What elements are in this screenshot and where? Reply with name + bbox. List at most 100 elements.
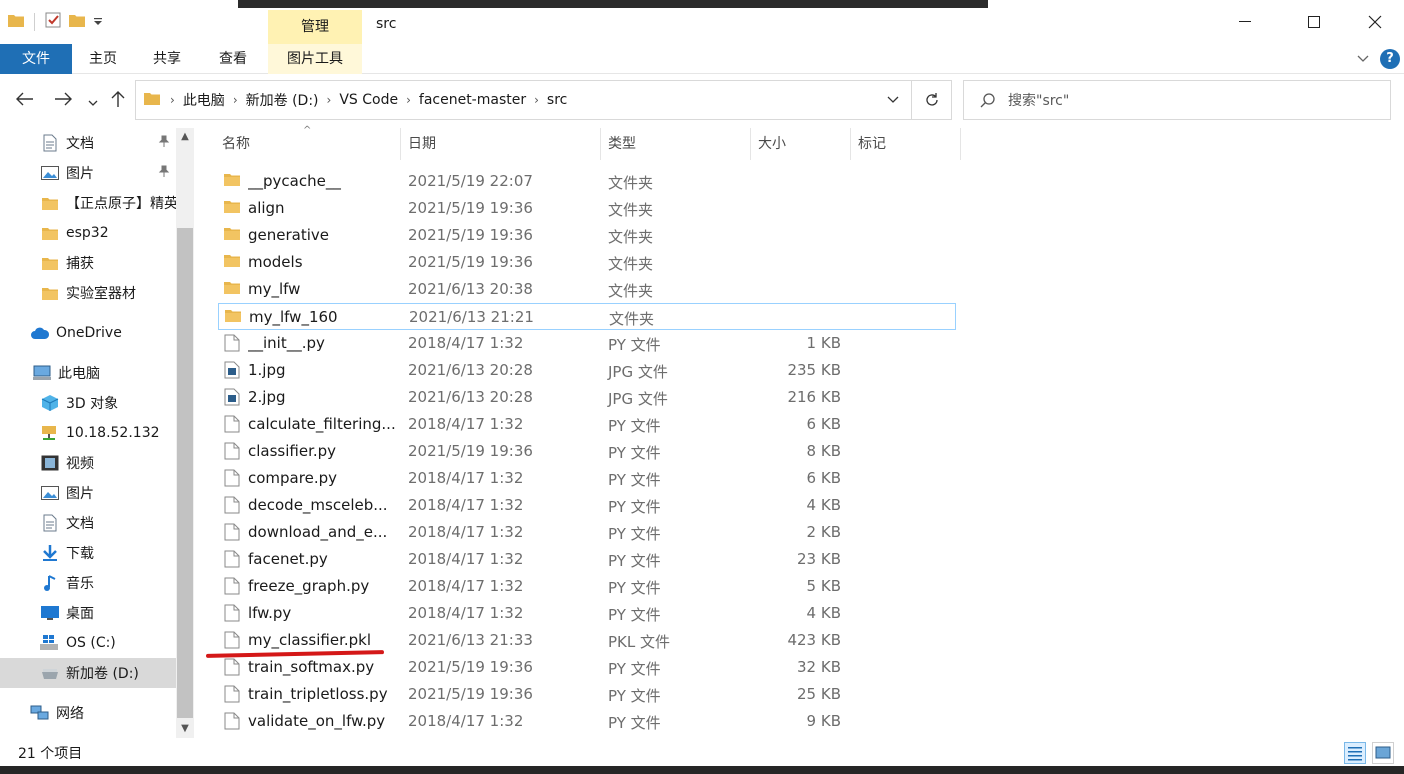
sidebar-item[interactable]: OS (C:): [0, 628, 176, 658]
sidebar-item[interactable]: 网络: [0, 698, 176, 728]
file-row[interactable]: freeze_graph.py 2018/4/17 1:32 PY 文件 5 KB: [218, 573, 956, 600]
breadcrumb-separator-icon[interactable]: ›: [170, 93, 175, 107]
sidebar-item[interactable]: 此电脑: [0, 358, 176, 388]
file-date: 2018/4/17 1:32: [408, 604, 524, 622]
minimize-button[interactable]: [1222, 0, 1268, 44]
sidebar-item-label: 音乐: [66, 576, 94, 592]
file-date: 2018/4/17 1:32: [408, 712, 524, 730]
file-row[interactable]: __pycache__ 2021/5/19 22:07 文件夹: [218, 168, 956, 195]
search-box[interactable]: 搜索"src": [963, 80, 1391, 120]
column-header-size[interactable]: 大小: [750, 128, 850, 160]
breadcrumb-drive-d[interactable]: 新加卷 (D:): [246, 90, 319, 110]
tab-picture-tools[interactable]: 图片工具: [268, 44, 362, 74]
file-row[interactable]: __init__.py 2018/4/17 1:32 PY 文件 1 KB: [218, 330, 956, 357]
file-row[interactable]: lfw.py 2018/4/17 1:32 PY 文件 4 KB: [218, 600, 956, 627]
breadcrumb-vs-code[interactable]: VS Code: [339, 92, 398, 108]
file-date: 2018/4/17 1:32: [408, 523, 524, 541]
scrollbar-thumb[interactable]: [177, 228, 193, 718]
scroll-down-icon[interactable]: ▼: [176, 720, 194, 738]
maximize-button[interactable]: [1291, 0, 1337, 44]
recent-locations-icon[interactable]: [88, 96, 98, 112]
sidebar-item[interactable]: 视频: [0, 448, 176, 478]
help-icon[interactable]: ?: [1380, 49, 1400, 69]
expand-ribbon-icon[interactable]: [1356, 51, 1370, 69]
breadcrumb-this-pc[interactable]: 此电脑: [183, 90, 225, 110]
customize-toolbar-icon[interactable]: [93, 14, 103, 30]
file-row[interactable]: compare.py 2018/4/17 1:32 PY 文件 6 KB: [218, 465, 956, 492]
tab-share[interactable]: 共享: [144, 44, 190, 74]
file-row[interactable]: calculate_filtering... 2018/4/17 1:32 PY 文…: [218, 411, 956, 438]
details-view-button[interactable]: [1344, 742, 1366, 764]
breadcrumb-facenet-master[interactable]: facenet-master: [419, 92, 526, 108]
navigation-pane-scrollbar[interactable]: ▲ ▼: [176, 128, 194, 738]
sidebar-item[interactable]: 文档: [0, 128, 176, 158]
close-button[interactable]: [1352, 0, 1398, 44]
new-folder-icon[interactable]: [69, 13, 85, 31]
sidebar-item[interactable]: 新加卷 (D:): [0, 658, 176, 688]
tab-home[interactable]: 主页: [80, 44, 126, 74]
sidebar-item[interactable]: OneDrive: [0, 318, 176, 348]
file-row[interactable]: generative 2021/5/19 19:36 文件夹: [218, 222, 956, 249]
properties-icon[interactable]: [45, 12, 61, 32]
context-tab-manage-label: 管理: [301, 19, 329, 35]
address-bar[interactable]: › 此电脑 › 新加卷 (D:) › VS Code › facenet-mas…: [135, 80, 912, 120]
column-header-tags[interactable]: 标记: [850, 128, 960, 160]
file-row[interactable]: train_tripletloss.py 2021/5/19 19:36 PY 文件…: [218, 681, 956, 708]
sidebar-item[interactable]: 图片: [0, 158, 176, 188]
file-row[interactable]: models 2021/5/19 19:36 文件夹: [218, 249, 956, 276]
sidebar-item[interactable]: 文档: [0, 508, 176, 538]
file-row[interactable]: facenet.py 2018/4/17 1:32 PY 文件 23 KB: [218, 546, 956, 573]
forward-icon[interactable]: [54, 92, 72, 110]
context-tab-manage[interactable]: 管理: [268, 10, 362, 44]
sidebar-item[interactable]: 捕获: [0, 248, 176, 278]
breadcrumb-separator-icon[interactable]: ›: [534, 93, 539, 107]
column-header-date[interactable]: 日期: [400, 128, 600, 160]
file-row[interactable]: classifier.py 2021/5/19 19:36 PY 文件 8 KB: [218, 438, 956, 465]
video-icon: [40, 454, 60, 472]
breadcrumb-separator-icon[interactable]: ›: [327, 93, 332, 107]
file-row[interactable]: validate_on_lfw.py 2018/4/17 1:32 PY 文件 9 K…: [218, 708, 956, 735]
file-icon: [224, 577, 242, 595]
tab-file[interactable]: 文件: [0, 44, 72, 74]
sidebar-item[interactable]: 音乐: [0, 568, 176, 598]
scroll-up-icon[interactable]: ▲: [176, 128, 194, 146]
sidebar-item[interactable]: esp32: [0, 218, 176, 248]
sidebar-item-label: 此电脑: [58, 366, 100, 382]
file-type: PY 文件: [608, 444, 661, 462]
file-row[interactable]: 2.jpg 2021/6/13 20:28 JPG 文件 216 KB: [218, 384, 956, 411]
breadcrumb-src[interactable]: src: [547, 92, 567, 108]
sidebar-item[interactable]: 3D 对象: [0, 388, 176, 418]
up-icon[interactable]: [110, 90, 126, 112]
column-header-type[interactable]: 类型: [600, 128, 750, 160]
pin-icon[interactable]: [158, 165, 170, 180]
file-row[interactable]: 1.jpg 2021/6/13 20:28 JPG 文件 235 KB: [218, 357, 956, 384]
file-row[interactable]: my_lfw 2021/6/13 20:38 文件夹: [218, 276, 956, 303]
sidebar-item[interactable]: 【正点原子】精英: [0, 188, 176, 218]
column-header-name[interactable]: 名称: [214, 128, 400, 160]
file-name: align: [248, 199, 285, 217]
sidebar-item[interactable]: 实验室器材: [0, 278, 176, 308]
file-row[interactable]: align 2021/5/19 19:36 文件夹: [218, 195, 956, 222]
file-row[interactable]: train_softmax.py 2021/5/19 19:36 PY 文件 32 K…: [218, 654, 956, 681]
sidebar-item[interactable]: 桌面: [0, 598, 176, 628]
tab-view[interactable]: 查看: [210, 44, 256, 74]
folder-icon[interactable]: [8, 13, 24, 31]
address-history-icon[interactable]: [887, 93, 899, 109]
file-name: models: [248, 253, 303, 271]
file-size: 8 KB: [806, 442, 841, 460]
file-row[interactable]: download_and_e... 2018/4/17 1:32 PY 文件 2 KB: [218, 519, 956, 546]
breadcrumb-separator-icon[interactable]: ›: [233, 93, 238, 107]
sidebar-item[interactable]: 下载: [0, 538, 176, 568]
refresh-button[interactable]: [912, 80, 952, 120]
column-separator[interactable]: [960, 128, 961, 160]
file-row[interactable]: my_lfw_160 2021/6/13 21:21 文件夹: [218, 303, 956, 330]
file-row[interactable]: decode_msceleb... 2018/4/17 1:32 PY 文件 4 KB: [218, 492, 956, 519]
pin-icon[interactable]: [158, 135, 170, 150]
large-icons-view-button[interactable]: [1372, 742, 1394, 764]
sidebar-item[interactable]: 10.18.52.132: [0, 418, 176, 448]
sidebar-item[interactable]: 图片: [0, 478, 176, 508]
breadcrumb-separator-icon[interactable]: ›: [406, 93, 411, 107]
file-row[interactable]: my_classifier.pkl 2021/6/13 21:33 PKL 文件 42…: [218, 627, 956, 654]
file-date: 2018/4/17 1:32: [408, 577, 524, 595]
back-icon[interactable]: [16, 92, 34, 110]
